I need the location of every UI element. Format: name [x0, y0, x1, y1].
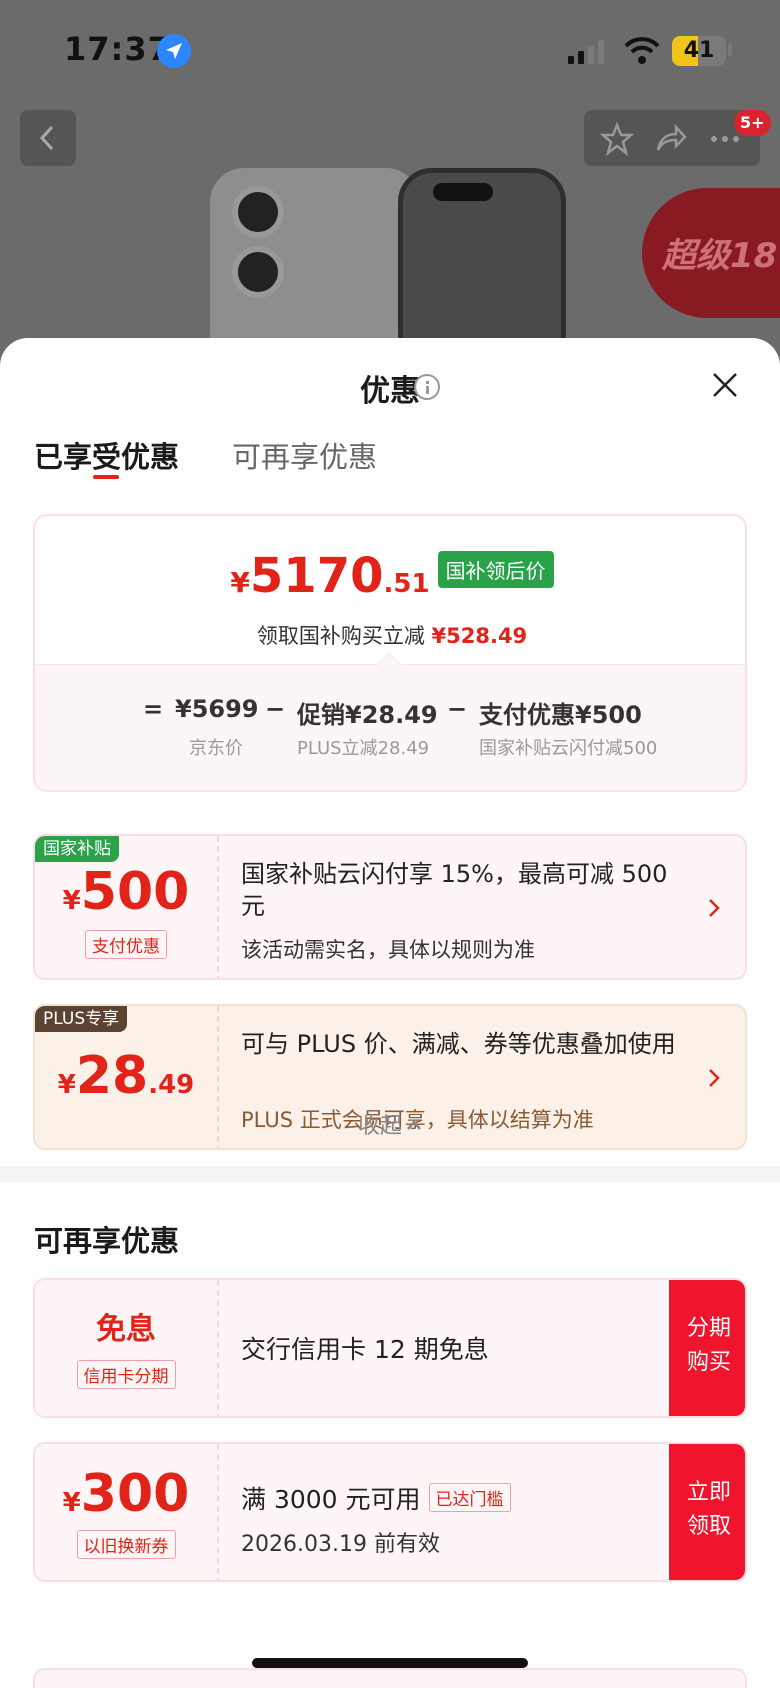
battery-level: 41	[683, 38, 715, 63]
camera-lens	[232, 246, 284, 298]
coupon-installment[interactable]: 免息 信用卡分期 交行信用卡 12 期免息 分期购买	[33, 1278, 747, 1418]
collapse-button[interactable]: 收起	[0, 1108, 780, 1140]
coupon-tag: 国家补贴	[35, 836, 119, 862]
formula-promo: 促销¥28.49	[297, 701, 438, 729]
status-bar: 17:37 41	[0, 0, 780, 100]
formula-jd-price: ¥5699	[175, 695, 259, 723]
coupon-sub-label: 以旧换新券	[35, 1530, 217, 1559]
product-image-front	[398, 168, 566, 360]
promo-bubble[interactable]: 超级18	[642, 188, 780, 318]
discount-sheet: 优惠 已享受优惠 可再享优惠 ¥5170.51 国补领后价 领取国补购买立减 ¥5…	[0, 338, 780, 1688]
coupon-amount-decimal: .49	[148, 1070, 195, 1100]
sheet-title: 优惠	[0, 366, 780, 410]
battery-indicator: 41	[672, 36, 726, 66]
tab-more-discounts[interactable]: 可再享优惠	[232, 434, 377, 476]
price-currency: ¥	[230, 566, 250, 599]
price-formula: = ¥5699 − 促销¥28.49 − 支付优惠¥500 京东价 PLUS立减…	[35, 664, 745, 790]
coupon-amount-integer: 28	[75, 1046, 149, 1106]
price-decimal: .51	[383, 569, 430, 599]
coupon-currency: ¥	[62, 886, 81, 916]
coupon-title: 可与 PLUS 价、满减、券等优惠叠加使用	[241, 1030, 676, 1058]
coupon-divider	[217, 1280, 219, 1416]
price-tag: 国补领后价	[437, 551, 554, 588]
coupon-title: 满 3000 元可用 已达门槛	[241, 1480, 511, 1516]
chevron-right-icon	[709, 1069, 720, 1087]
action-label: 分期购买	[686, 1316, 731, 1375]
installment-buy-button[interactable]: 分期购买	[669, 1280, 745, 1416]
formula-label-promo: PLUS立减28.49	[297, 738, 430, 759]
coupon-desc: 该活动需实名，具体以规则为准	[241, 938, 535, 962]
reduce-label: 领取国补购买立减	[256, 624, 425, 648]
chevron-right-icon	[709, 899, 720, 917]
battery-cap	[728, 44, 732, 56]
final-price: ¥5170.51 国补领后价	[35, 548, 745, 604]
coupon-title: 国家补贴云闪付享 15%，最高可减 500 元	[241, 860, 668, 920]
chevron-up-icon	[407, 1120, 421, 1130]
reduce-amount: ¥528.49	[431, 624, 528, 648]
formula-minus: −	[447, 695, 468, 723]
tab-enjoyed[interactable]: 已享受优惠	[34, 434, 179, 476]
share-icon[interactable]	[654, 122, 688, 156]
coupon-national-subsidy[interactable]: 国家补贴 ¥500 支付优惠 国家补贴云闪付享 15%，最高可减 500 元 该…	[33, 834, 747, 980]
coupon-divider	[217, 1444, 219, 1580]
coupon-tag: PLUS专享	[35, 1006, 128, 1032]
formula-label-pay: 国家补贴云闪付减500	[479, 738, 658, 759]
promo-text: 超级18	[662, 236, 778, 276]
cellular-signal-icon	[568, 40, 604, 64]
section-separator	[0, 1166, 780, 1182]
coupon-amount: ¥28.49	[35, 1046, 217, 1106]
formula-minus: −	[265, 695, 286, 723]
claim-now-button[interactable]: 立即领取	[669, 1444, 745, 1580]
coupon-trade-in[interactable]: ¥300 以旧换新券 满 3000 元可用 已达门槛 2026.03.19 前有效…	[33, 1442, 747, 1582]
chevron-left-icon	[39, 125, 54, 151]
formula-pay: 支付优惠¥500	[479, 701, 642, 729]
coupon-validity: 2026.03.19 前有效	[241, 1532, 440, 1557]
price-summary-card: ¥5170.51 国补领后价 领取国补购买立减 ¥528.49 = ¥5699 −…	[33, 514, 747, 792]
coupon-sub-label: 信用卡分期	[35, 1360, 217, 1389]
star-icon[interactable]	[600, 122, 634, 156]
coupon-amount: ¥300	[35, 1464, 217, 1524]
wifi-icon	[624, 37, 660, 64]
coupon-sub-text: 信用卡分期	[76, 1360, 176, 1389]
back-button[interactable]	[20, 110, 76, 166]
coupon-title: 交行信用卡 12 期免息	[241, 1335, 489, 1364]
installment-main: 免息	[96, 1312, 156, 1347]
coupon-currency: ¥	[62, 1488, 81, 1518]
action-label: 立即领取	[686, 1480, 731, 1539]
coupon-peek	[33, 1668, 747, 1688]
home-indicator	[252, 1658, 528, 1668]
coupon-amount: ¥500	[35, 862, 217, 922]
reduce-line: 领取国补购买立减 ¥528.49	[35, 620, 745, 650]
info-icon[interactable]	[414, 374, 440, 400]
dynamic-island	[433, 183, 493, 201]
sheet-title-text: 优惠	[360, 374, 420, 409]
close-icon[interactable]	[710, 370, 740, 400]
camera-lens	[232, 186, 284, 238]
coupon-amount-integer: 500	[80, 862, 190, 922]
formula-label-jd-price: 京东价	[189, 738, 243, 759]
coupon-sub-text: 以旧换新券	[76, 1530, 176, 1559]
tab-active-indicator	[93, 475, 119, 479]
collapse-label: 收起	[357, 1114, 402, 1139]
coupon-currency: ¥	[57, 1070, 76, 1100]
coupon-amount-integer: 300	[80, 1464, 190, 1524]
section-title-more: 可再享优惠	[34, 1224, 180, 1258]
coupon-divider	[217, 836, 219, 978]
coupon-sub-label: 支付优惠	[35, 930, 217, 959]
coupon-title-text: 满 3000 元可用	[241, 1485, 421, 1514]
location-arrow-icon	[157, 34, 191, 68]
coupon-sub-text: 支付优惠	[85, 930, 167, 959]
status-time: 17:37	[64, 30, 171, 68]
product-image-back	[210, 168, 420, 360]
notification-badge: 5+	[734, 110, 771, 136]
threshold-reached-badge: 已达门槛	[428, 1483, 511, 1512]
formula-equals: =	[143, 695, 164, 723]
price-integer: 5170	[249, 548, 384, 604]
